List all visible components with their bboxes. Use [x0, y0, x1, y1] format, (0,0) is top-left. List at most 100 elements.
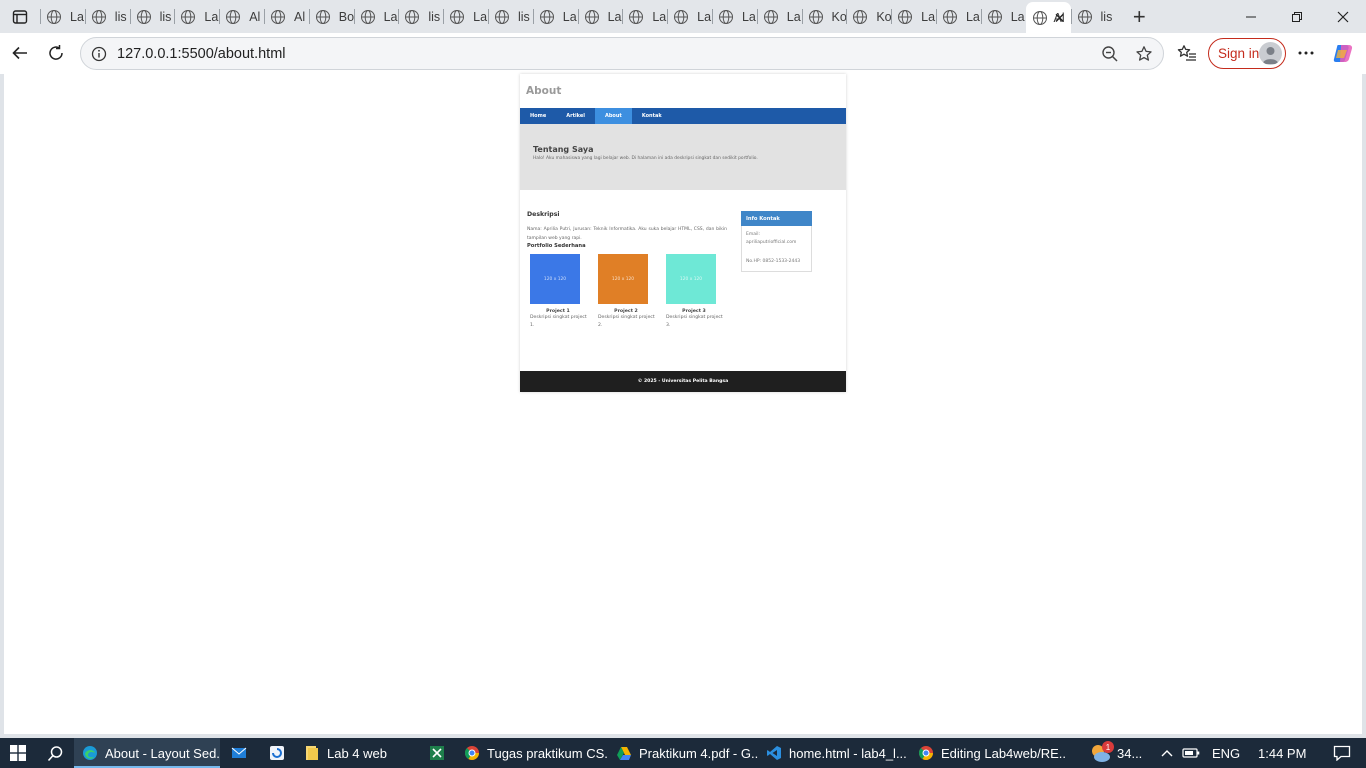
tab[interactable]: La	[622, 0, 667, 33]
tab[interactable]: La	[532, 0, 578, 33]
tab[interactable]: lis	[129, 0, 175, 33]
copilot-button[interactable]	[1325, 35, 1361, 71]
refresh-icon	[49, 45, 63, 60]
more-icon	[1298, 51, 1314, 55]
globe-icon	[405, 9, 420, 24]
project-card-1: 120 x 120 Project 1 Deskripsi singkat pr…	[527, 254, 589, 330]
tab[interactable]: La	[40, 0, 85, 33]
tab-title: lis	[114, 9, 127, 24]
search-button[interactable]	[36, 738, 74, 768]
tab[interactable]: Ko	[801, 0, 847, 33]
weather-text: 34...	[1117, 745, 1143, 761]
tab[interactable]: La	[443, 0, 488, 33]
tab[interactable]: La	[174, 0, 219, 33]
globe-icon	[853, 9, 868, 24]
restore-button[interactable]	[1274, 0, 1320, 33]
site-info-button[interactable]	[81, 46, 117, 62]
nav-item-artikel[interactable]: Artikel	[556, 108, 595, 124]
tab[interactable]: La	[891, 0, 936, 33]
tab-active[interactable]: Al ✕	[1025, 2, 1071, 33]
globe-icon	[494, 9, 509, 24]
close-tab-icon[interactable]: ✕	[1054, 10, 1066, 27]
tab[interactable]: lis	[1070, 0, 1116, 33]
tab[interactable]: La	[667, 0, 712, 33]
tab[interactable]: La	[577, 0, 623, 33]
sign-in-button[interactable]: Sign in	[1208, 38, 1286, 69]
chevron-up-icon	[1161, 750, 1173, 757]
minimize-button[interactable]	[1228, 0, 1274, 33]
show-hidden-icons-button[interactable]	[1155, 749, 1179, 757]
taskbar-app[interactable]: About - Layout Sed...	[74, 738, 220, 768]
weather-widget[interactable]: 1	[1085, 738, 1115, 768]
taskbar-app[interactable]	[258, 738, 296, 768]
settings-more-button[interactable]	[1288, 35, 1324, 71]
tab[interactable]: Ko	[846, 0, 891, 33]
contact-phone: No.HP: 0852-1533-2443	[746, 259, 801, 264]
nav-item-kontak[interactable]: Kontak	[632, 108, 672, 124]
battery-button[interactable]	[1179, 747, 1203, 759]
tab-title: La	[473, 9, 488, 24]
tab[interactable]: La	[980, 0, 1026, 33]
zoom-button[interactable]	[1097, 45, 1123, 63]
globe-icon	[226, 9, 241, 24]
tab[interactable]: Al	[263, 0, 309, 33]
taskbar-app-label: Tugas praktikum CS...	[487, 745, 608, 761]
globe-icon	[450, 9, 465, 24]
close-window-button[interactable]	[1320, 0, 1366, 33]
description-heading: Deskripsi	[527, 211, 560, 218]
taskbar: About - Layout Sed... Lab 4 web Tugas prak…	[0, 738, 1366, 768]
project-image-placeholder: 120 x 120	[543, 276, 567, 282]
clock[interactable]: 1:44 PM	[1258, 746, 1318, 761]
nav-item-about[interactable]: About	[594, 108, 632, 124]
tab[interactable]: lis	[84, 0, 130, 33]
favorites-button[interactable]	[1169, 35, 1205, 71]
tab-strip: La lis lis La Al Al Bo La lis La lis La La La La La La Ko…	[0, 0, 1366, 33]
tab-actions-button[interactable]	[0, 0, 40, 33]
tab[interactable]: lis	[487, 0, 533, 33]
tab-title: La	[741, 9, 756, 24]
project-image: 120 x 120	[666, 254, 716, 304]
globe-icon	[1032, 10, 1047, 25]
taskbar-app[interactable]: Editing Lab4web/RE...	[910, 738, 1066, 768]
mail-icon	[231, 747, 247, 758]
project-card-3: 120 x 120 Project 3 Deskripsi singkat pr…	[663, 254, 725, 330]
back-button[interactable]	[2, 35, 38, 71]
tab-title: Ko	[831, 9, 847, 24]
taskbar-app[interactable]: Lab 4 web	[296, 738, 418, 768]
address-bar-actions	[1097, 38, 1157, 69]
contact-info-heading: Info Kontak	[741, 211, 812, 226]
copilot-icon	[1333, 45, 1353, 62]
taskbar-app-label: Lab 4 web	[327, 745, 387, 761]
tab[interactable]: lis	[398, 0, 443, 33]
new-tab-button[interactable]: +	[1125, 0, 1153, 33]
notification-badge: 1	[1102, 741, 1114, 753]
address-bar[interactable]: 127.0.0.1:5500/about.html	[80, 37, 1164, 70]
taskbar-app[interactable]	[418, 738, 456, 768]
start-button[interactable]	[0, 738, 36, 768]
tab[interactable]: La	[935, 0, 981, 33]
tab[interactable]: La	[756, 0, 802, 33]
minimize-icon	[1246, 16, 1256, 17]
taskbar-app[interactable]	[220, 738, 258, 768]
windows-logo-icon	[10, 745, 26, 761]
tab-title: La	[204, 9, 219, 24]
tab[interactable]: La	[711, 0, 757, 33]
favorite-button[interactable]	[1131, 45, 1157, 63]
tab[interactable]: Bo	[308, 0, 354, 33]
taskbar-app[interactable]: Praktikum 4.pdf - G...	[608, 738, 758, 768]
tab[interactable]: La	[353, 0, 399, 33]
tab-actions-icon	[12, 9, 28, 24]
notifications-button[interactable]	[1318, 745, 1366, 761]
refresh-button[interactable]	[38, 35, 74, 71]
language-indicator[interactable]: ENG	[1212, 746, 1248, 761]
taskbar-apps: About - Layout Sed... Lab 4 web Tugas prak…	[74, 738, 1066, 768]
url-text[interactable]: 127.0.0.1:5500/about.html	[117, 46, 286, 62]
taskbar-app[interactable]: home.html - lab4_l...	[758, 738, 910, 768]
taskbar-app-label: Praktikum 4.pdf - G...	[639, 745, 758, 761]
nav-item-home[interactable]: Home	[520, 108, 556, 124]
taskbar-app[interactable]: Tugas praktikum CS...	[456, 738, 608, 768]
tab[interactable]: Al	[219, 0, 264, 33]
taskbar-app-label: About - Layout Sed...	[105, 745, 220, 761]
restore-icon	[1292, 11, 1302, 22]
tab-title: La	[383, 9, 398, 24]
